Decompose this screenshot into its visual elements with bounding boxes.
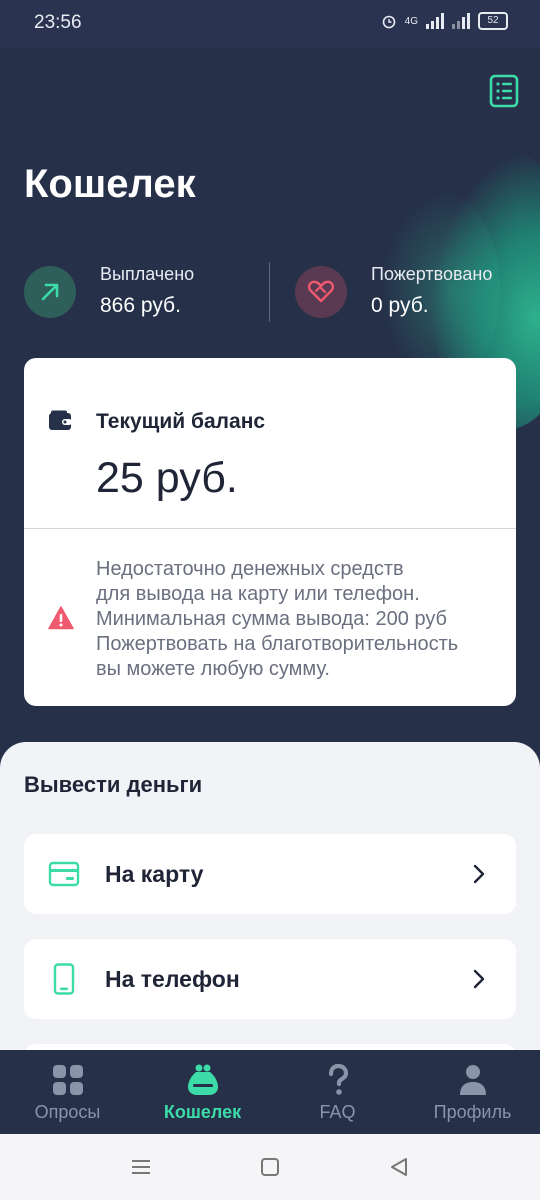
- signal-icon: [426, 13, 444, 29]
- alarm-icon: [382, 15, 395, 29]
- menu-icon[interactable]: [130, 1156, 152, 1178]
- home-icon[interactable]: [259, 1156, 281, 1178]
- wallet-icon: [187, 1064, 218, 1095]
- withdraw-title: Вывести деньги: [24, 772, 203, 797]
- question-icon: [328, 1063, 348, 1095]
- tab-label: Профиль: [433, 1102, 512, 1122]
- status-bar: 23:56 4G 52: [0, 0, 540, 48]
- card-icon: [48, 861, 80, 887]
- heart-handshake-icon: [295, 266, 347, 318]
- balance-card: Текущий баланс 25 руб. Недостаточно дене…: [24, 358, 516, 706]
- history-list-icon[interactable]: [488, 74, 520, 108]
- warning-line: Пожертвовать на благотворительность: [96, 633, 459, 655]
- tab-faq[interactable]: FAQ: [270, 1050, 405, 1134]
- hero-section: 23:56 4G 52 Кошелек Выплачено 866 руб. П…: [0, 0, 540, 800]
- phone-icon: [53, 963, 75, 995]
- card-divider: [24, 528, 516, 529]
- arrow-up-right-icon: [24, 266, 76, 318]
- status-time: 23:56: [34, 12, 82, 33]
- stats-divider: [269, 262, 270, 322]
- tab-label: FAQ: [319, 1102, 356, 1122]
- tab-wallet[interactable]: Кошелек: [135, 1050, 270, 1134]
- warning-line: Недостаточно денежных средств: [96, 558, 404, 580]
- stat-donated: Пожертвовано 0 руб.: [295, 262, 535, 322]
- status-icons: 4G 52: [381, 12, 508, 30]
- tab-label: Опросы: [34, 1102, 101, 1122]
- stat-value: 866 руб.: [100, 294, 181, 317]
- warning-message: Недостаточно денежных средств для вывода…: [96, 557, 506, 682]
- balance-label: Текущий баланс: [96, 410, 266, 433]
- bottom-tab-bar: Опросы Кошелек FAQ Профиль: [0, 1050, 540, 1134]
- wallet-screen: 23:56 4G 52 Кошелек Выплачено 866 руб. П…: [0, 0, 540, 1200]
- warning-line: вы можете любую сумму.: [96, 658, 330, 680]
- tab-label: Кошелек: [163, 1102, 242, 1122]
- warning-line: для вывода на карту или телефон.: [96, 583, 420, 605]
- tab-surveys[interactable]: Опросы: [0, 1050, 135, 1134]
- stat-value: 0 руб.: [371, 294, 429, 317]
- stat-label: Пожертвовано: [371, 264, 493, 284]
- network-type: 4G: [404, 15, 418, 27]
- system-nav-bar: [0, 1134, 540, 1200]
- tab-profile[interactable]: Профиль: [405, 1050, 540, 1134]
- option-label: На телефон: [105, 966, 240, 992]
- wallet-icon: [49, 410, 72, 430]
- chevron-right-icon: [473, 969, 485, 989]
- warning-icon: [48, 606, 74, 630]
- balance-value: 25 руб.: [96, 454, 238, 502]
- withdraw-to-card-button[interactable]: На карту: [24, 834, 516, 914]
- signal-icon-2: [452, 13, 470, 29]
- grid-icon: [52, 1065, 83, 1095]
- chevron-right-icon: [473, 864, 485, 884]
- warning-line: Минимальная сумма вывода: 200 руб: [96, 608, 448, 630]
- battery-icon: 52: [478, 12, 508, 30]
- person-icon: [459, 1065, 486, 1095]
- withdraw-to-phone-button[interactable]: На телефон: [24, 939, 516, 1019]
- stat-paid-out: Выплачено 866 руб.: [24, 262, 264, 322]
- back-icon[interactable]: [388, 1156, 410, 1178]
- stat-label: Выплачено: [100, 264, 195, 284]
- option-label: На карту: [105, 861, 204, 887]
- page-title: Кошелек: [24, 162, 196, 206]
